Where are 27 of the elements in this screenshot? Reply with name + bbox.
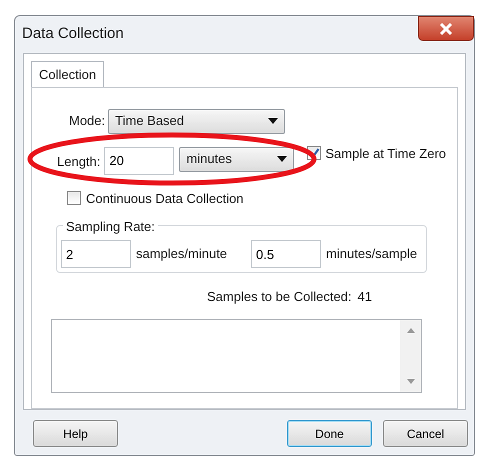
mode-dropdown[interactable]: Time Based	[108, 108, 286, 134]
tab[interactable]: Collection	[31, 61, 104, 88]
length-label: Length:	[57, 152, 100, 171]
samples-label: Samples to be Collected:	[207, 288, 352, 306]
dialog-button[interactable]: Cancel	[383, 420, 468, 447]
dialog-button[interactable]: Done	[287, 420, 372, 447]
rate-field[interactable]: 2	[61, 240, 131, 268]
samples-count: 41	[358, 288, 372, 306]
mode-label: Mode:	[69, 112, 106, 130]
close-button[interactable]	[418, 16, 474, 41]
window-title: Data Collection	[22, 24, 124, 44]
text-area[interactable]	[51, 318, 422, 392]
close-icon	[439, 22, 453, 34]
checkbox[interactable]	[67, 191, 81, 206]
length-field[interactable]: 20	[104, 146, 174, 174]
scroll-down-icon[interactable]	[406, 378, 414, 384]
scroll-up-icon[interactable]	[406, 328, 414, 332]
caret-icon	[277, 156, 288, 162]
checkbox-label: Continuous Data Collection	[86, 190, 244, 208]
unit-dropdown[interactable]: minutes	[179, 146, 294, 172]
scrollbar[interactable]	[400, 320, 421, 392]
dialog-button[interactable]: Help	[33, 420, 118, 447]
rate-field[interactable]: 0.5	[251, 240, 322, 268]
checkbox-label: Sample at Time Zero	[325, 144, 446, 163]
unit-label: minutes/sample	[326, 245, 418, 264]
caret-icon	[268, 118, 278, 124]
unit-label: samples/minute	[136, 245, 228, 264]
